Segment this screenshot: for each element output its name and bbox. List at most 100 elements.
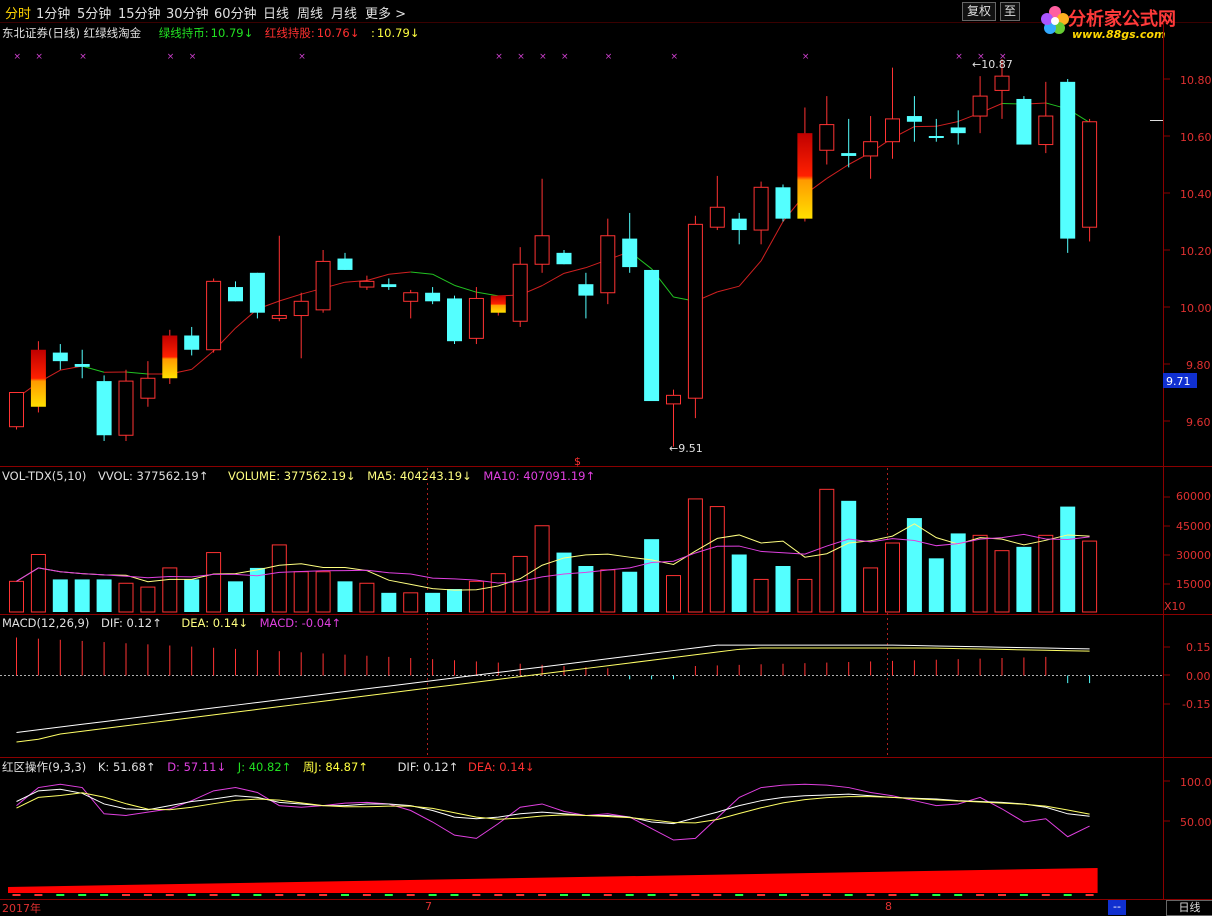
signal-candle <box>797 133 812 219</box>
candle-up <box>864 142 878 156</box>
bottom-signal-dash <box>998 894 1006 896</box>
bottom-signal-dash <box>34 894 42 896</box>
trend-line-segment <box>476 292 498 296</box>
trend-line-segment <box>542 273 564 285</box>
candle-up <box>710 207 724 227</box>
candle-down <box>578 284 593 295</box>
candle-up <box>513 264 527 321</box>
candle-down <box>622 239 637 268</box>
volume-bar-down <box>1016 547 1031 612</box>
bottom-signal-dash <box>56 894 64 896</box>
trend-line-segment <box>279 294 301 301</box>
candle-down <box>228 287 243 301</box>
candle-up <box>1083 122 1097 227</box>
bottom-signal-dash <box>735 894 743 896</box>
ytick-10-60: 10.60 <box>1180 131 1212 144</box>
bottom-signal-dash <box>188 894 196 896</box>
volume-bar-up <box>1039 535 1053 612</box>
signal-x-marker: × <box>298 52 306 62</box>
volume-bar-down <box>447 589 462 612</box>
macd-ytick-0-00: 0.00 <box>1186 670 1211 683</box>
candle-down <box>53 353 68 362</box>
trend-line-segment <box>936 121 958 126</box>
volume-bar-down <box>929 558 944 612</box>
volume-bar-down <box>951 533 966 612</box>
bottom-signal-dash <box>823 894 831 896</box>
trend-line-segment <box>827 165 849 179</box>
volume-bar-down <box>75 579 90 612</box>
candle-up <box>10 393 24 427</box>
candle-down <box>644 270 659 401</box>
candle-down <box>732 219 747 230</box>
bottom-signal-dash <box>253 894 261 896</box>
bottom-signal-dash <box>297 894 305 896</box>
vol-ytick-30000: 30000 <box>1176 549 1211 562</box>
bottom-signal-dash <box>713 894 721 896</box>
candle-down <box>250 273 265 313</box>
bottom-signal-dash <box>691 894 699 896</box>
bottom-signal-dash <box>779 894 787 896</box>
date-month-7: 7 <box>425 900 432 913</box>
volume-bar-down <box>732 555 747 613</box>
candle-down <box>97 381 112 435</box>
candle-up <box>469 298 483 338</box>
bottom-signal-dash <box>670 894 678 896</box>
vol-unit: X10 <box>1164 600 1186 613</box>
volume-bar-up <box>491 574 505 612</box>
bottom-signal-dash <box>867 894 875 896</box>
signal-x-marker: × <box>671 52 679 62</box>
volume-bar-up <box>294 572 308 612</box>
volume-bar-down <box>557 553 572 612</box>
volume-bar-up <box>798 579 812 612</box>
bottom-signal-dash <box>166 894 174 896</box>
bottom-signal-dash <box>275 894 283 896</box>
trend-line-segment <box>82 366 104 372</box>
signal-x-marker: × <box>517 52 525 62</box>
red-zone-area <box>8 868 1098 893</box>
date-year: 2017年 <box>2 900 41 916</box>
dollar-signal-mark: $ <box>574 455 581 468</box>
period-select-button[interactable]: 日线 <box>1166 900 1212 916</box>
bottom-signal-dash <box>363 894 371 896</box>
volume-bar-up <box>995 551 1009 612</box>
candle-down <box>447 298 462 341</box>
ytick-10-20: 10.20 <box>1180 245 1212 258</box>
trend-line-segment <box>717 286 739 292</box>
trend-line-segment <box>564 268 586 274</box>
trend-line-segment <box>739 261 761 286</box>
volume-bar-down <box>841 501 856 612</box>
candle-down <box>907 116 922 122</box>
candle-up <box>535 236 549 265</box>
bottom-signal-dash <box>582 894 590 896</box>
vol-ytick-60000: 60000 <box>1176 490 1211 503</box>
bottom-signal-dash <box>1086 894 1094 896</box>
bottom-signal-dash <box>1064 894 1072 896</box>
date-cursor-box: -- <box>1108 900 1126 915</box>
candle-down <box>776 187 791 218</box>
volume-bar-down <box>907 518 922 612</box>
volume-bar-up <box>886 543 900 612</box>
signal-x-marker: × <box>167 52 175 62</box>
kdj-ytick-100: 100.0 <box>1180 776 1212 789</box>
candle-up <box>754 187 768 230</box>
current-price-tag: 9.71 <box>1166 375 1191 388</box>
candle-up <box>141 378 155 398</box>
candle-down <box>425 293 440 302</box>
bottom-signal-dash <box>100 894 108 896</box>
volume-bar-down <box>228 581 243 612</box>
signal-x-marker: × <box>955 52 963 62</box>
volume-bar-up <box>360 583 374 612</box>
signal-x-marker: × <box>802 52 810 62</box>
stock-chart[interactable]: ×××××××××××××××× 10.80 10.60 10.40 10.20… <box>0 0 1212 915</box>
volume-bar-up <box>754 579 768 612</box>
candle-down <box>841 153 856 156</box>
bottom-signal-dash <box>954 894 962 896</box>
volume-bar-down <box>776 566 791 612</box>
volume-bar-up <box>272 545 286 612</box>
macd-ytick-0-15: 0.15 <box>1186 641 1211 654</box>
signal-x-marker: × <box>495 52 503 62</box>
bottom-signal-dash <box>144 894 152 896</box>
trend-line-segment <box>433 274 455 285</box>
bottom-signal-dash <box>494 894 502 896</box>
signal-x-marker: × <box>79 52 87 62</box>
